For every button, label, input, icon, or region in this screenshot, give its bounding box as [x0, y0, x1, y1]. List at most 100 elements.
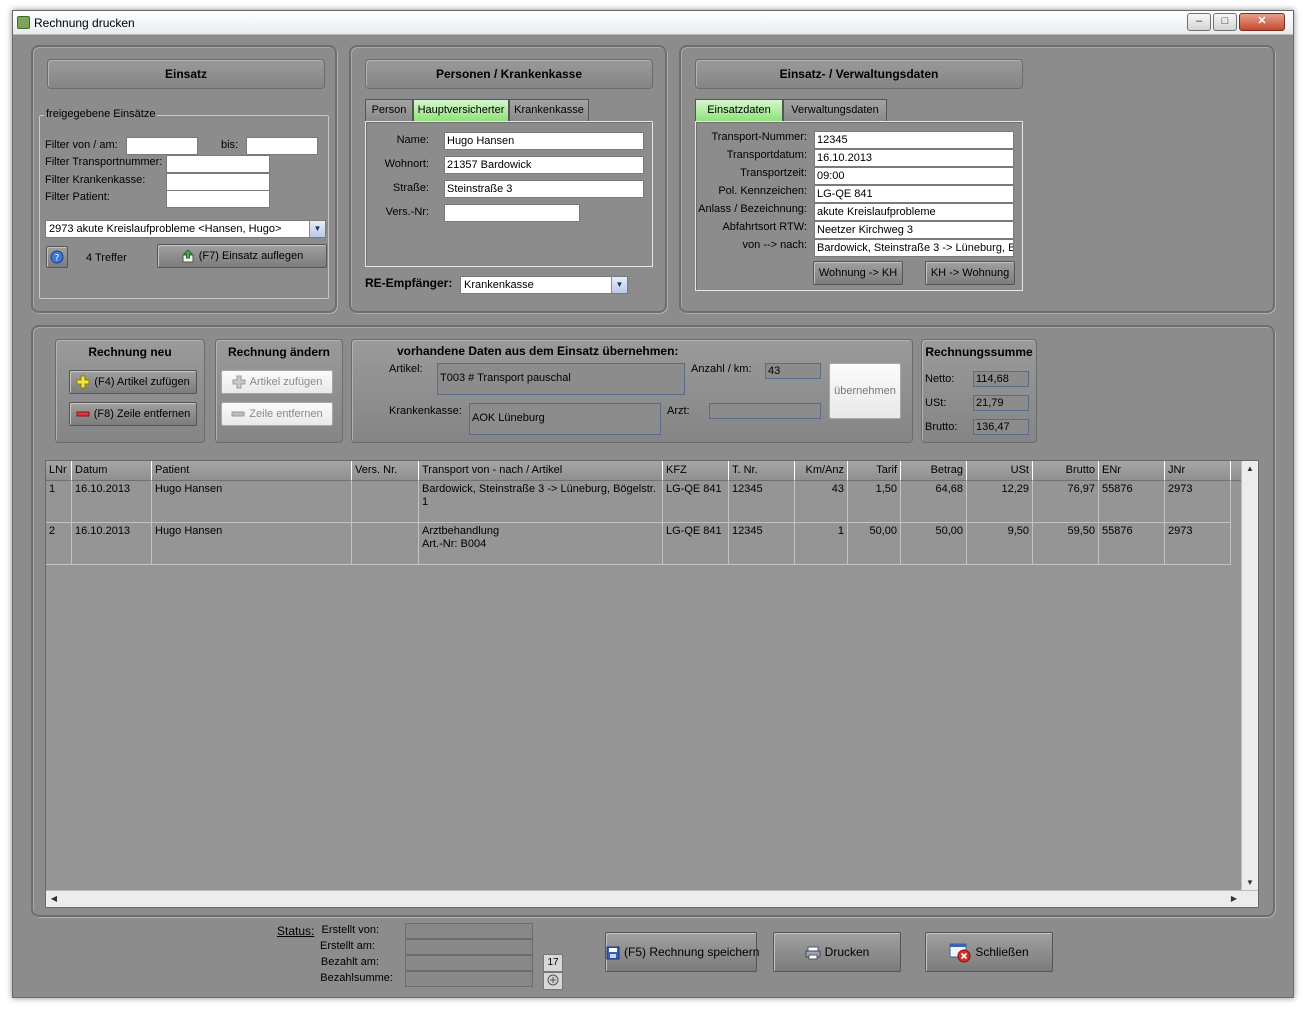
kennzeichen-input[interactable]: LG-QE 841 — [814, 185, 1014, 203]
filter-bis-input[interactable] — [246, 137, 318, 155]
scroll-up-icon[interactable]: ▲ — [1242, 461, 1258, 477]
rechnung-table[interactable]: LNr Datum Patient Vers. Nr. Transport vo… — [45, 460, 1259, 908]
scroll-left-icon[interactable]: ◀ — [46, 891, 62, 907]
cell-ust: 9,50 — [967, 523, 1033, 565]
versnr-input[interactable] — [444, 204, 580, 222]
zeile-entfernen-label: (F8) Zeile entfernen — [93, 408, 191, 420]
filter-transport-label: Filter Transportnummer: — [45, 156, 163, 168]
cell-brutto: 76,97 — [1033, 481, 1099, 523]
zeile-entfernen-button[interactable]: (F8) Zeile entfernen — [69, 402, 197, 426]
krankenkasse-field[interactable]: AOK Lüneburg — [469, 403, 661, 435]
wohnung-kh-button[interactable]: Wohnung -> KH — [813, 261, 903, 285]
uebernehmen-button[interactable]: übernehmen — [829, 363, 901, 419]
strasse-input[interactable]: Steinstraße 3 — [444, 180, 644, 198]
krankenkasse-label: Krankenkasse: — [389, 405, 462, 417]
minimize-button[interactable]: – — [1187, 13, 1211, 31]
tab-verwaltungsdaten[interactable]: Verwaltungsdaten — [783, 99, 887, 121]
col-header-betrag[interactable]: Betrag — [901, 461, 967, 481]
col-header-lnr[interactable]: LNr — [46, 461, 72, 481]
filter-von-label: Filter von / am: — [45, 139, 118, 151]
cell-jnr: 2973 — [1165, 481, 1231, 523]
col-header-brutto[interactable]: Brutto — [1033, 461, 1099, 481]
filter-von-input[interactable] — [126, 137, 198, 155]
calendar-icon[interactable]: 17 — [543, 954, 563, 972]
vertical-scrollbar[interactable]: ▲ ▼ — [1241, 461, 1258, 891]
artikel-field[interactable]: T003 # Transport pauschal — [437, 363, 685, 395]
aendern-zeile-entfernen-label: Zeile entfernen — [249, 408, 323, 420]
aendern-zeile-entfernen-button[interactable]: Zeile entfernen — [221, 402, 333, 426]
cell-transport: Arztbehandlung Art.-Nr: B004 — [419, 523, 663, 565]
rechnungssumme-header: Rechnungssumme — [925, 345, 1033, 359]
help-button[interactable]: ? — [46, 246, 68, 268]
col-header-kmanz[interactable]: Km/Anz — [795, 461, 848, 481]
col-header-transport[interactable]: Transport von - nach / Artikel — [419, 461, 663, 481]
col-header-ust[interactable]: USt — [967, 461, 1033, 481]
save-icon — [606, 946, 620, 960]
horizontal-scrollbar[interactable]: ◀ ▶ — [46, 890, 1258, 907]
personen-panel: Personen / Krankenkasse Person Hauptvers… — [349, 45, 667, 313]
chevron-down-icon[interactable]: ▼ — [309, 221, 325, 237]
tab-person[interactable]: Person — [365, 99, 413, 121]
app-window: Rechnung drucken – □ ✕ Einsatz freigegeb… — [12, 10, 1294, 998]
col-header-patient[interactable]: Patient — [152, 461, 352, 481]
filter-transport-input[interactable] — [166, 155, 270, 173]
col-header-jnr[interactable]: JNr — [1165, 461, 1231, 481]
kh-wohnung-button[interactable]: KH -> Wohnung — [925, 261, 1015, 285]
cell-transport: Bardowick, Steinstraße 3 -> Lüneburg, Bö… — [419, 481, 663, 523]
drucken-button[interactable]: Drucken — [773, 932, 901, 972]
arzt-field[interactable] — [709, 403, 821, 419]
close-window-button[interactable]: ✕ — [1239, 13, 1285, 31]
name-input[interactable]: Hugo Hansen — [444, 132, 644, 150]
schliessen-button[interactable]: Schließen — [925, 932, 1053, 972]
uebernahme-header: vorhandene Daten aus dem Einsatz überneh… — [397, 344, 679, 358]
rechnung-speichern-button[interactable]: (F5) Rechnung speichern — [605, 932, 760, 972]
cell-brutto: 59,50 — [1033, 523, 1099, 565]
route-input[interactable]: Bardowick, Steinstraße 3 -> Lüneburg, Bö — [814, 239, 1014, 257]
refresh-money-icon[interactable] — [543, 972, 563, 990]
transportzeit-label: Transportzeit: — [740, 167, 807, 179]
col-header-datum[interactable]: Datum — [72, 461, 152, 481]
personen-header: Personen / Krankenkasse — [365, 59, 653, 89]
wohnort-input[interactable]: 21357 Bardowick — [444, 156, 644, 174]
kennzeichen-label: Pol. Kennzeichen: — [718, 185, 807, 197]
transportzeit-input[interactable]: 09:00 — [814, 167, 1014, 185]
rechnung-neu-header: Rechnung neu — [88, 345, 172, 359]
anlass-input[interactable]: akute Kreislaufprobleme — [814, 203, 1014, 221]
maximize-button[interactable]: □ — [1213, 13, 1237, 31]
anzahl-field[interactable]: 43 — [765, 363, 821, 379]
col-header-kfz[interactable]: KFZ — [663, 461, 729, 481]
col-header-enr[interactable]: ENr — [1099, 461, 1165, 481]
einsatz-auflegen-button[interactable]: (F7) Einsatz auflegen — [157, 244, 327, 268]
transport-nummer-input[interactable]: 12345 — [814, 131, 1014, 149]
aendern-artikel-zufuegen-button[interactable]: Artikel zufügen — [221, 370, 333, 394]
ust-field: 21,79 — [973, 395, 1029, 411]
einsatz-header: Einsatz — [47, 59, 325, 89]
col-header-versnr[interactable]: Vers. Nr. — [352, 461, 419, 481]
rechnung-speichern-label: (F5) Rechnung speichern — [624, 945, 760, 959]
col-header-tnr[interactable]: T. Nr. — [729, 461, 795, 481]
bezahlt-am-label: Bezahlt am: — [320, 956, 379, 968]
re-empfaenger-select[interactable]: Krankenkasse ▼ — [460, 276, 628, 294]
anzahl-label: Anzahl / km: — [691, 363, 752, 375]
cell-lnr: 2 — [46, 523, 72, 565]
plus-icon — [76, 375, 90, 389]
filter-kasse-input[interactable] — [166, 173, 270, 191]
chevron-down-icon[interactable]: ▼ — [611, 277, 627, 293]
minus-icon — [231, 411, 245, 417]
abfahrtsort-input[interactable]: Neetzer Kirchweg 3 — [814, 221, 1014, 239]
cell-datum: 16.10.2013 — [72, 481, 152, 523]
window-title: Rechnung drucken — [34, 16, 135, 30]
tab-einsatzdaten[interactable]: Einsatzdaten — [695, 99, 783, 121]
artikel-zufuegen-button[interactable]: (F4) Artikel zufügen — [69, 370, 197, 394]
tab-krankenkasse[interactable]: Krankenkasse — [509, 99, 589, 121]
filter-patient-input[interactable] — [166, 190, 270, 208]
col-header-tarif[interactable]: Tarif — [848, 461, 901, 481]
scroll-down-icon[interactable]: ▼ — [1242, 875, 1258, 891]
title-bar: Rechnung drucken – □ ✕ — [13, 11, 1293, 35]
einsatz-select[interactable]: 2973 akute Kreislaufprobleme <Hansen, Hu… — [45, 220, 326, 238]
cell-kfz: LG-QE 841 — [663, 523, 729, 565]
cell-tarif: 1,50 — [848, 481, 901, 523]
tab-hauptversicherter[interactable]: Hauptversicherter — [413, 99, 509, 121]
transportdatum-input[interactable]: 16.10.2013 — [814, 149, 1014, 167]
scroll-right-icon[interactable]: ▶ — [1226, 891, 1242, 907]
